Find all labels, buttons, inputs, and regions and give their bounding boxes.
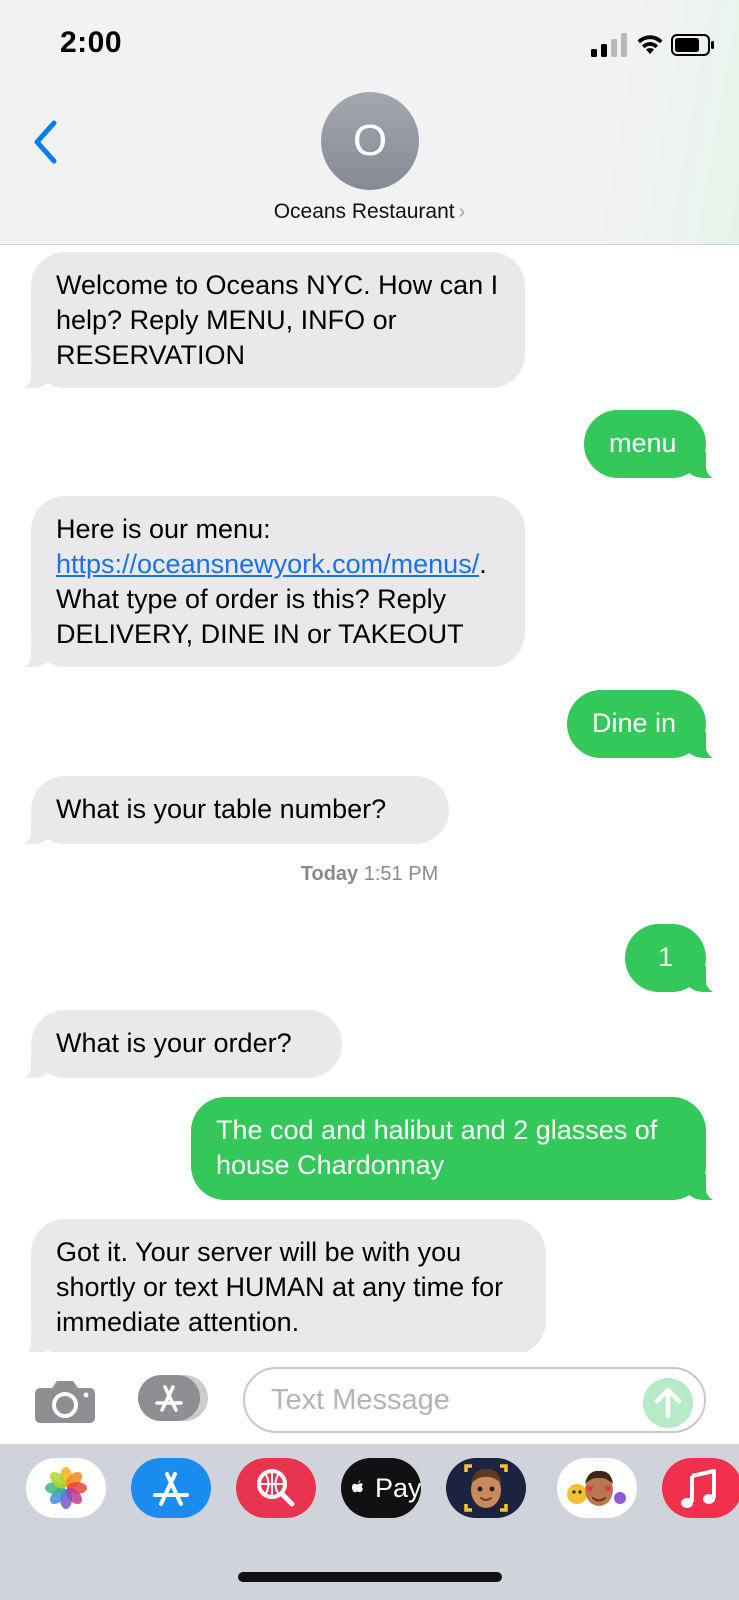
incoming-message[interactable]: What is your order? xyxy=(9,1010,342,1079)
music-icon xyxy=(681,1469,716,1508)
message-composer xyxy=(0,1352,739,1444)
message-text: The cod and halibut and 2 glasses of hou… xyxy=(216,1115,658,1180)
status-time: 2:00 xyxy=(60,26,123,59)
text-message-input[interactable] xyxy=(243,1367,706,1433)
home-indicator[interactable] xyxy=(238,1572,502,1582)
outgoing-message[interactable]: 1 xyxy=(625,924,728,993)
timestamp: Today 1:51 PM xyxy=(0,863,739,886)
app-store-button-icon[interactable] xyxy=(136,1374,210,1422)
conversation-header: 2:00 O Oceans Restaurant › xyxy=(0,0,739,245)
images-search-icon xyxy=(257,1469,295,1507)
message-text: 1 xyxy=(657,942,674,972)
app-store-app-button[interactable] xyxy=(131,1458,211,1518)
incoming-message[interactable]: Got it. Your server will be with you sho… xyxy=(9,1219,546,1356)
cellular-signal-icon xyxy=(591,33,627,57)
incoming-message[interactable]: Here is our menu: https://oceansnewyork.… xyxy=(9,496,525,668)
incoming-message[interactable]: Welcome to Oceans NYC. How can I help? R… xyxy=(9,252,525,389)
photos-app-button[interactable] xyxy=(26,1458,106,1518)
photos-icon xyxy=(45,1467,87,1509)
menu-link[interactable]: https://oceansnewyork.com/menus/ xyxy=(56,549,479,579)
battery-icon xyxy=(671,34,714,56)
contact-name: Oceans Restaurant xyxy=(273,200,455,223)
memoji-stickers-icon xyxy=(567,1470,626,1506)
apple-pay-icon xyxy=(351,1480,364,1493)
back-chevron-icon[interactable] xyxy=(30,118,62,166)
outgoing-message[interactable]: The cod and halibut and 2 glasses of hou… xyxy=(191,1097,728,1201)
apple-pay-app-button[interactable]: Pay xyxy=(341,1458,421,1518)
message-text: What is your table number? xyxy=(56,794,387,824)
incoming-message[interactable]: What is your table number? xyxy=(9,776,449,845)
contact-avatar[interactable]: O xyxy=(321,92,419,190)
app-store-icon xyxy=(153,1472,189,1506)
contact-name-button[interactable]: Oceans Restaurant › xyxy=(0,200,739,224)
message-thread[interactable]: Welcome to Oceans NYC. How can I help? R… xyxy=(0,244,739,1370)
send-arrow-icon[interactable] xyxy=(643,1378,693,1428)
message-text: Here is our menu: xyxy=(56,514,271,544)
images-search-app-button[interactable] xyxy=(236,1458,316,1518)
music-app-button[interactable] xyxy=(662,1458,739,1518)
message-text: What is your order? xyxy=(56,1028,292,1058)
timestamp-time: 1:51 PM xyxy=(363,863,439,885)
message-text: menu xyxy=(609,428,677,458)
chevron-right-icon: › xyxy=(458,201,466,223)
camera-icon[interactable] xyxy=(34,1378,96,1424)
apple-pay-label: Pay xyxy=(375,1473,421,1503)
message-text: Got it. Your server will be with you sho… xyxy=(56,1237,504,1337)
outgoing-message[interactable]: menu xyxy=(584,410,728,479)
timestamp-day: Today xyxy=(300,863,359,885)
wifi-icon xyxy=(637,35,663,54)
outgoing-message[interactable]: Dine in xyxy=(567,690,728,759)
memoji-app-button[interactable] xyxy=(446,1458,526,1518)
message-text: Dine in xyxy=(592,708,677,738)
message-text: Welcome to Oceans NYC. How can I help? R… xyxy=(56,270,499,370)
memoji-icon xyxy=(464,1464,508,1512)
memoji-stickers-app-button[interactable] xyxy=(557,1458,637,1518)
